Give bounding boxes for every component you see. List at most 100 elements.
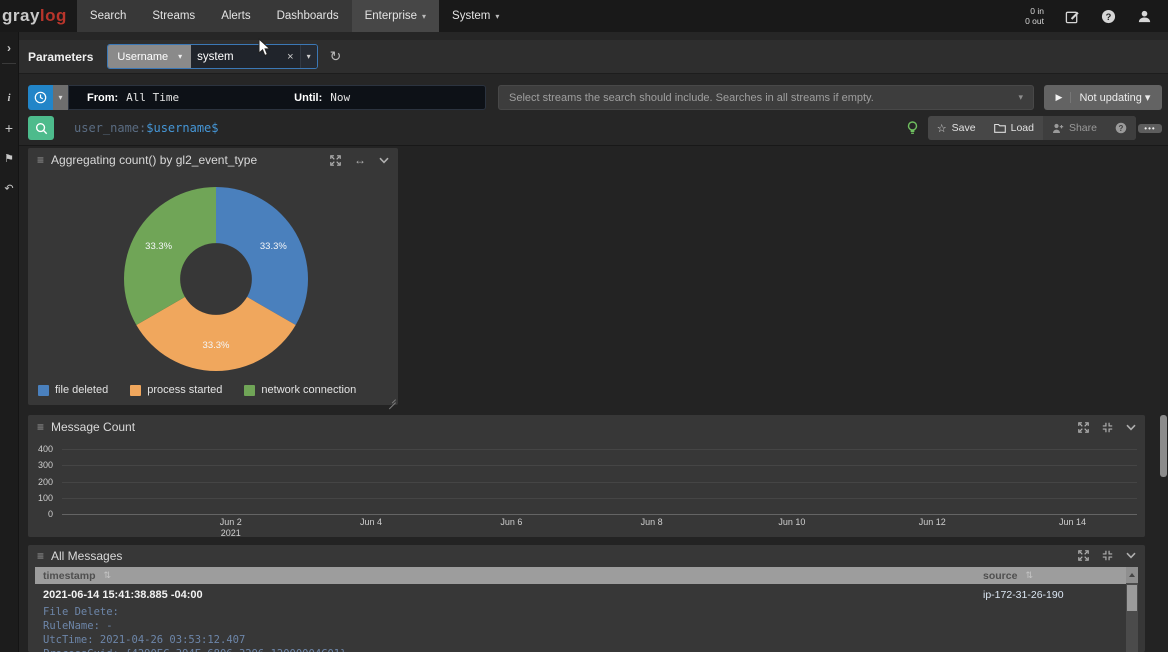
legend-item-file-deleted[interactable]: file deleted [38, 384, 108, 396]
load-label: Load [1011, 122, 1034, 134]
sort-icon[interactable]: ⇅ [104, 570, 112, 581]
x-tick-label: Jun 22021 [220, 517, 242, 539]
widget-header: ≡ All Messages [28, 545, 1145, 566]
widget-header: ≡ Aggregating count() by gl2_event_type … [28, 148, 398, 172]
info-icon[interactable]: i [0, 86, 18, 110]
more-actions-button[interactable]: ••• [1138, 124, 1162, 133]
nav-item-system[interactable]: System ▾ [439, 0, 512, 32]
nav-item-dashboards[interactable]: Dashboards [264, 0, 352, 32]
all-messages-widget: ≡ All Messages timestamp ⇅ source [28, 545, 1145, 652]
time-range-button[interactable] [28, 85, 53, 110]
query-field-text: user_name: [74, 121, 146, 135]
time-range-display[interactable]: From: All Time Until: Now [68, 85, 486, 110]
message-row-timestamp[interactable]: 2021-06-14 15:41:38.885 -04:00 [43, 589, 203, 601]
expand-widget-icon[interactable] [330, 155, 341, 166]
nav-item-alerts[interactable]: Alerts [208, 0, 263, 32]
from-value: All Time [126, 91, 179, 104]
gridline [62, 482, 1137, 483]
help-icon[interactable]: ? [1100, 8, 1116, 24]
x-tick-label: Jun 12 [919, 517, 946, 528]
parameter-value-input[interactable] [191, 45, 281, 68]
nav-label: Dashboards [277, 10, 339, 22]
user-icon[interactable] [1136, 8, 1152, 24]
search-help-button[interactable]: ? [1106, 116, 1136, 140]
message-detail-line: UtcTime: 2021-04-26 03:53:12.407 [43, 633, 346, 647]
scroll-up-icon[interactable] [1126, 567, 1138, 583]
x-tick-label: Jun 8 [641, 517, 663, 528]
refresh-icon[interactable]: ↻ [330, 48, 342, 65]
more-icon: ••• [1144, 124, 1155, 133]
chevron-down-icon[interactable] [379, 157, 389, 164]
share-user-icon [1052, 123, 1064, 134]
widget-title: Message Count [51, 420, 1078, 434]
drag-handle-icon[interactable]: ≡ [37, 420, 44, 434]
column-header-timestamp[interactable]: timestamp [43, 570, 96, 582]
column-header-source[interactable]: source [983, 570, 1017, 582]
message-details[interactable]: File Delete: RuleName: - UtcTime: 2021-0… [43, 605, 346, 652]
nav-item-search[interactable]: Search [77, 0, 139, 32]
legend-swatch [130, 385, 141, 396]
from-label: From: [87, 92, 118, 104]
chart-legend: file deleted process started network con… [38, 384, 356, 396]
lightbulb-icon[interactable] [907, 121, 918, 136]
load-button[interactable]: Load [985, 116, 1043, 140]
chevron-down-icon[interactable] [1126, 424, 1136, 431]
refresh-controls-button[interactable]: ▶ Not updating ▾ [1044, 85, 1162, 110]
time-range-dropdown-icon[interactable]: ▾ [53, 85, 68, 110]
clock-icon [34, 91, 47, 104]
horizontal-resize-icon[interactable]: ↔ [354, 153, 366, 167]
expand-sidebar-icon[interactable]: › [0, 36, 18, 60]
legend-item-process-started[interactable]: process started [130, 384, 222, 396]
focus-widget-icon[interactable] [1102, 422, 1113, 433]
search-icon [35, 122, 48, 135]
parameter-name-button[interactable]: Username ▾ [108, 45, 191, 68]
message-row-source[interactable]: ip-172-31-26-190 [983, 589, 1064, 601]
edit-icon[interactable] [1064, 8, 1080, 24]
drag-handle-icon[interactable]: ≡ [37, 549, 44, 563]
nav-label: Streams [152, 10, 195, 22]
nav-item-streams[interactable]: Streams [139, 0, 208, 32]
undo-icon[interactable]: ↶ [0, 176, 18, 200]
scrollbar-thumb[interactable] [1127, 585, 1137, 611]
search-header: Parameters Username ▾ × ▾ ↻ ▾ From: All … [18, 32, 1168, 146]
clear-icon[interactable]: × [281, 45, 299, 68]
share-label: Share [1069, 122, 1097, 134]
throughput-in: 0 in [1025, 6, 1044, 16]
y-tick-label: 0 [28, 509, 53, 519]
add-widget-icon[interactable]: + [0, 116, 18, 140]
drag-handle-icon[interactable]: ≡ [37, 153, 44, 167]
line-chart-plot-area[interactable]: Jun 22021Jun 4Jun 6Jun 8Jun 10Jun 12Jun … [62, 449, 1137, 514]
widget-title: All Messages [51, 549, 1078, 563]
share-button[interactable]: Share [1043, 116, 1106, 140]
graylog-logo[interactable]: graylog [0, 0, 77, 32]
highlight-icon[interactable]: ⚑ [0, 146, 18, 170]
stream-select[interactable]: Select streams the search should include… [498, 85, 1034, 110]
focus-widget-icon[interactable] [1102, 550, 1113, 561]
widget-resize-handle[interactable] [387, 394, 396, 403]
page-scrollbar-thumb[interactable] [1160, 415, 1167, 477]
nav-right: 0 in 0 out ? [1025, 0, 1168, 32]
y-tick-label: 300 [28, 460, 53, 470]
nav-items: Search Streams Alerts Dashboards [77, 0, 352, 32]
search-button[interactable] [28, 116, 54, 140]
widget-header: ≡ Message Count [28, 415, 1145, 439]
table-header-row: timestamp ⇅ source ⇅ [35, 567, 1138, 584]
graylog-dashboard: graylog Search Streams Alerts Dashboards… [0, 0, 1168, 652]
parameter-dropdown-icon[interactable]: ▾ [300, 45, 317, 68]
throughput-indicator[interactable]: 0 in 0 out [1025, 6, 1044, 26]
chevron-down-icon: ▾ [1018, 92, 1023, 103]
throughput-out: 0 out [1025, 16, 1044, 26]
pie-chart-widget: ≡ Aggregating count() by gl2_event_type … [28, 148, 398, 405]
parameter-name-label: Username [117, 51, 168, 63]
query-row: user_name:$username$ ☆ Save Load [28, 116, 1162, 140]
save-button[interactable]: ☆ Save [928, 116, 985, 140]
expand-widget-icon[interactable] [1078, 550, 1089, 561]
legend-label: file deleted [55, 384, 108, 396]
nav-item-enterprise[interactable]: Enterprise ▾ [352, 0, 439, 32]
legend-item-network-connection[interactable]: network connection [244, 384, 356, 396]
sort-icon[interactable]: ⇅ [1025, 570, 1033, 581]
expand-widget-icon[interactable] [1078, 422, 1089, 433]
chevron-down-icon[interactable] [1126, 552, 1136, 559]
table-scrollbar[interactable] [1126, 567, 1138, 652]
query-input[interactable]: user_name:$username$ [74, 121, 907, 135]
